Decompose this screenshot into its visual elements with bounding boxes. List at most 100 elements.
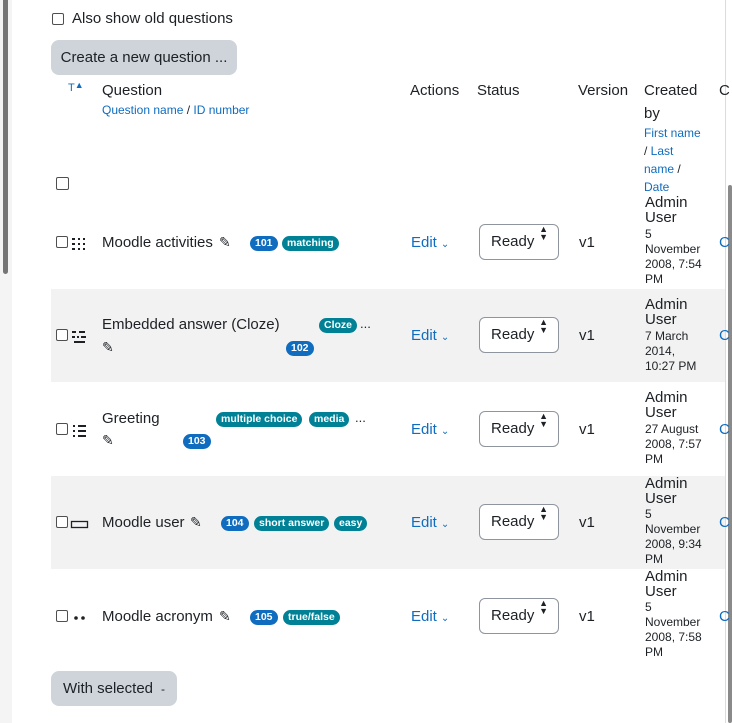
- question-tag-badge[interactable]: media: [309, 412, 350, 427]
- row-select-checkbox[interactable]: [56, 236, 68, 248]
- true-false-question-icon: [74, 616, 85, 620]
- cloze-question-icon: [72, 331, 86, 343]
- creator-name: Admin User: [645, 194, 688, 226]
- sort-asc-icon: ▲: [74, 80, 84, 90]
- status-select[interactable]: Ready ▲ ▼: [479, 504, 559, 540]
- edit-menu-link[interactable]: Edit ⌄: [411, 421, 449, 438]
- show-old-questions-checkbox[interactable]: [52, 13, 64, 25]
- version-label: v1: [579, 327, 595, 344]
- question-tag-badge[interactable]: short answer: [254, 516, 330, 531]
- id-number-badge: 105: [250, 610, 278, 625]
- row-select-checkbox[interactable]: [56, 329, 68, 341]
- question-name: Moodle acronym: [102, 608, 213, 625]
- question-tag-badge[interactable]: easy: [334, 516, 368, 531]
- id-number-badge: 104: [221, 516, 249, 531]
- question-header: Question: [102, 82, 163, 99]
- sort-id-number-link[interactable]: ID number: [193, 103, 249, 117]
- created-date: 5 November 2008, 9:34 PM: [645, 507, 702, 566]
- sort-question-name-link[interactable]: Question name: [102, 103, 183, 117]
- version-label: v1: [579, 421, 595, 438]
- row-select-checkbox[interactable]: [56, 423, 68, 435]
- edit-menu-link[interactable]: Edit ⌄: [411, 514, 449, 531]
- question-sort-links: Question name / ID number: [102, 103, 250, 117]
- question-name: Greeting: [102, 410, 160, 427]
- chevron-down-icon: ⌄: [440, 613, 450, 624]
- edit-menu-link[interactable]: Edit ⌄: [411, 327, 449, 344]
- status-header: Status: [477, 82, 520, 99]
- row-select-checkbox[interactable]: [56, 610, 68, 622]
- question-name: Moodle activities: [102, 234, 213, 251]
- create-question-button[interactable]: Create a new question ...: [51, 40, 237, 75]
- select-arrows-icon: ▲ ▼: [539, 504, 548, 522]
- chevron-down-icon: -: [161, 681, 166, 696]
- question-name: Moodle user: [102, 514, 185, 531]
- clipped-column-value: C: [719, 421, 730, 438]
- version-label: v1: [579, 234, 595, 251]
- creator-name: Admin User: [645, 296, 688, 328]
- sort-last-name-link[interactable]: Last: [651, 144, 674, 158]
- select-arrows-icon: ▲ ▼: [539, 411, 548, 429]
- clipped-column-value: C: [719, 327, 730, 344]
- select-arrows-icon: ▲ ▼: [539, 598, 548, 616]
- chevron-down-icon: ⌄: [440, 332, 450, 343]
- clipped-column-value: C: [719, 234, 730, 251]
- row-select-checkbox[interactable]: [56, 516, 68, 528]
- version-header: Version: [578, 82, 629, 99]
- chevron-down-icon: ⌄: [440, 239, 450, 250]
- question-tag-badge[interactable]: matching: [282, 236, 339, 251]
- version-label: v1: [579, 514, 595, 531]
- edit-name-pencil-icon[interactable]: ✎: [190, 514, 202, 531]
- created-by-header-line2: by: [644, 105, 660, 122]
- row-stripe: [51, 289, 725, 382]
- question-tag-badge[interactable]: Cloze: [319, 318, 358, 333]
- select-arrows-icon: ▲ ▼: [539, 224, 548, 242]
- sort-type-label: T: [68, 82, 75, 94]
- creator-name: Admin User: [645, 568, 688, 600]
- created-date: 5 November 2008, 7:54 PM: [645, 227, 702, 286]
- edit-menu-link[interactable]: Edit ⌄: [411, 234, 449, 251]
- created-date: 5 November 2008, 7:58 PM: [645, 600, 702, 659]
- status-select[interactable]: Ready ▲ ▼: [479, 411, 559, 447]
- sort-last-name-line1: / Last: [644, 144, 674, 158]
- sort-type-header[interactable]: T▲: [68, 80, 84, 94]
- show-old-questions-label: Also show old questions: [72, 10, 233, 27]
- multiple-choice-question-icon: [73, 425, 86, 437]
- short-answer-question-icon: [70, 520, 89, 529]
- select-arrows-icon: ▲ ▼: [539, 317, 548, 335]
- question-name: Embedded answer (Cloze): [102, 316, 280, 333]
- actions-header: Actions: [410, 82, 460, 99]
- sort-last-name-line2: name /: [644, 162, 681, 176]
- status-select[interactable]: Ready ▲ ▼: [479, 317, 559, 353]
- created-by-header-line1: Created: [644, 82, 698, 99]
- edit-name-pencil-icon[interactable]: ✎: [102, 432, 114, 449]
- creator-name: Admin User: [645, 389, 688, 421]
- id-number-badge: 101: [250, 236, 278, 251]
- question-tag-badge[interactable]: true/false: [283, 610, 340, 625]
- select-all-checkbox[interactable]: [56, 177, 69, 190]
- clipped-column-value: C: [719, 514, 730, 531]
- status-select[interactable]: Ready ▲ ▼: [479, 598, 559, 634]
- creator-name: Admin User: [645, 475, 688, 507]
- sort-date-link[interactable]: Date: [644, 180, 669, 194]
- more-tags-ellipsis[interactable]: ...: [360, 316, 371, 331]
- edit-name-pencil-icon[interactable]: ✎: [219, 608, 231, 625]
- version-label: v1: [579, 608, 595, 625]
- created-date: 7 March 2014, 10:27 PM: [645, 329, 697, 373]
- question-tag-badge[interactable]: multiple choice: [216, 412, 303, 427]
- edit-name-pencil-icon[interactable]: ✎: [102, 339, 114, 356]
- right-scrollbar[interactable]: [728, 185, 732, 723]
- next-column-header-clipped: C: [719, 82, 730, 99]
- created-date: 27 August 2008, 7:57 PM: [645, 422, 702, 466]
- edit-menu-link[interactable]: Edit ⌄: [411, 608, 449, 625]
- with-selected-button[interactable]: With selected -: [51, 671, 177, 706]
- more-tags-ellipsis[interactable]: ...: [355, 410, 366, 425]
- sort-first-name-link[interactable]: First name: [644, 126, 701, 140]
- left-scrollbar[interactable]: [3, 0, 8, 274]
- clipped-column-value: C: [719, 608, 730, 625]
- status-select[interactable]: Ready ▲ ▼: [479, 224, 559, 260]
- chevron-down-icon: ⌄: [440, 426, 450, 437]
- id-number-badge: 103: [183, 434, 211, 449]
- edit-name-pencil-icon[interactable]: ✎: [219, 234, 231, 251]
- matching-question-icon: [72, 238, 85, 250]
- chevron-down-icon: ⌄: [440, 519, 450, 530]
